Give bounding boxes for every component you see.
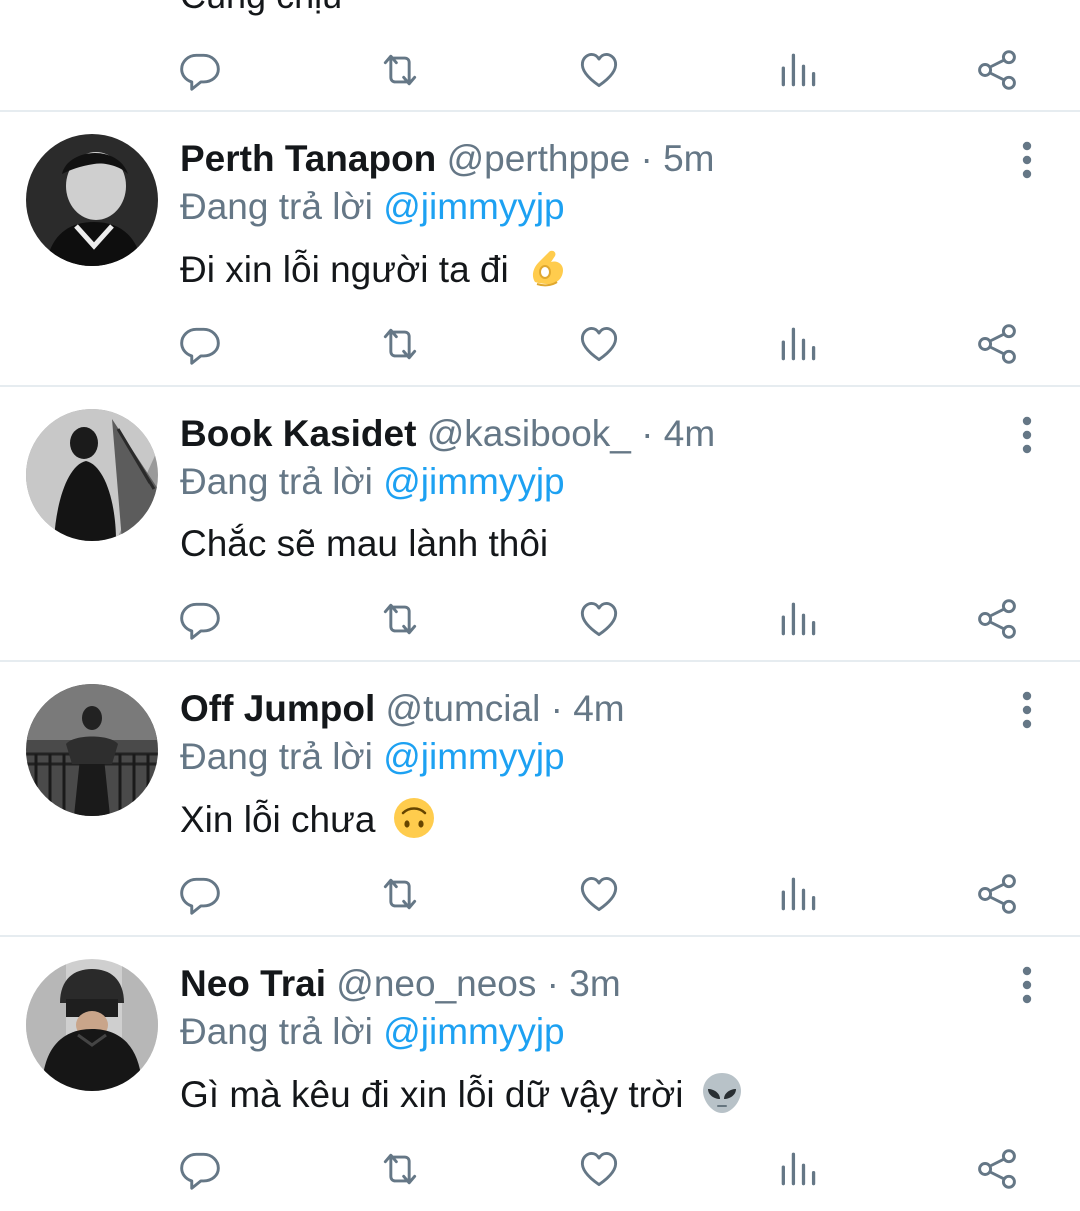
separator: ·: [640, 138, 653, 179]
more-options-icon[interactable]: [1012, 140, 1042, 180]
share-icon[interactable]: [973, 320, 1021, 368]
display-name[interactable]: Perth Tanapon: [180, 138, 436, 179]
retweet-icon[interactable]: [376, 1145, 424, 1193]
reply-prefix: Đang trả lời: [180, 736, 373, 777]
timestamp[interactable]: 4m: [573, 688, 624, 729]
alien-icon: [700, 1071, 744, 1126]
like-icon[interactable]: [575, 1145, 623, 1193]
analytics-icon[interactable]: [774, 46, 822, 94]
reply-context: Đang trả lời @jimmyyjp: [180, 459, 565, 505]
tweet-text: Gì mà kêu đi xin lỗi dữ vậy trời: [180, 1071, 744, 1126]
tweet[interactable]: Neo Trai @neo_neos · 3m Đang trả lời @ji…: [0, 937, 1080, 1211]
tweet[interactable]: Off Jumpol @tumcial · 4m Đang trả lời @j…: [0, 662, 1080, 936]
reply-icon[interactable]: [176, 1145, 224, 1193]
analytics-icon[interactable]: [774, 870, 822, 918]
reply-context: Đang trả lời @jimmyyjp: [180, 734, 565, 780]
reply-context: Đang trả lời @jimmyyjp: [180, 1009, 565, 1055]
tweet[interactable]: Perth Tanapon @perthppe · 5m Đang trả lờ…: [0, 112, 1080, 386]
retweet-icon[interactable]: [376, 46, 424, 94]
separator: ·: [550, 688, 563, 729]
reply-icon[interactable]: [176, 595, 224, 643]
tweet-body: Gì mà kêu đi xin lỗi dữ vậy trời: [180, 1074, 684, 1115]
partial-tweet[interactable]: Cũng chịu: [0, 0, 1080, 110]
like-icon[interactable]: [575, 870, 623, 918]
timestamp[interactable]: 4m: [664, 413, 715, 454]
user-handle[interactable]: @tumcial: [386, 688, 541, 729]
retweet-icon[interactable]: [376, 595, 424, 643]
tweet-body: Chắc sẽ mau lành thôi: [180, 523, 549, 564]
tweet-body: Xin lỗi chưa: [180, 799, 376, 840]
share-icon[interactable]: [973, 870, 1021, 918]
tweet-text: Chắc sẽ mau lành thôi: [180, 521, 548, 567]
avatar[interactable]: [26, 959, 158, 1091]
share-icon[interactable]: [973, 595, 1021, 643]
reply-handle[interactable]: @jimmyyjp: [383, 186, 564, 227]
partial-tweet-text: Cũng chịu: [180, 0, 342, 18]
user-handle[interactable]: @kasibook_: [427, 413, 631, 454]
like-icon[interactable]: [575, 320, 623, 368]
user-handle[interactable]: @perthppe: [447, 138, 631, 179]
analytics-icon[interactable]: [774, 595, 822, 643]
pinching-hand-icon: [525, 246, 569, 301]
avatar[interactable]: [26, 684, 158, 816]
reply-context: Đang trả lời @jimmyyjp: [180, 184, 565, 230]
tweet-header: Off Jumpol @tumcial · 4m: [180, 686, 625, 732]
retweet-icon[interactable]: [376, 870, 424, 918]
tweet-text: Đi xin lỗi người ta đi: [180, 246, 569, 301]
like-icon[interactable]: [575, 46, 623, 94]
display-name[interactable]: Book Kasidet: [180, 413, 416, 454]
upside-down-face-icon: [392, 796, 436, 851]
more-options-icon[interactable]: [1012, 415, 1042, 455]
tweet-text: Xin lỗi chưa: [180, 796, 436, 851]
tweet-header: Book Kasidet @kasibook_ · 4m: [180, 411, 715, 457]
reply-handle[interactable]: @jimmyyjp: [383, 1011, 564, 1052]
analytics-icon[interactable]: [774, 320, 822, 368]
reply-handle[interactable]: @jimmyyjp: [383, 736, 564, 777]
tweet-header: Perth Tanapon @perthppe · 5m: [180, 136, 715, 182]
reply-icon[interactable]: [176, 46, 224, 94]
share-icon[interactable]: [973, 1145, 1021, 1193]
more-options-icon[interactable]: [1012, 690, 1042, 730]
separator: ·: [641, 413, 654, 454]
share-icon[interactable]: [973, 46, 1021, 94]
reply-icon[interactable]: [176, 320, 224, 368]
avatar[interactable]: [26, 134, 158, 266]
avatar[interactable]: [26, 409, 158, 541]
tweet-body: Đi xin lỗi người ta đi: [180, 249, 509, 290]
reply-handle[interactable]: @jimmyyjp: [383, 461, 564, 502]
user-handle[interactable]: @neo_neos: [336, 963, 536, 1004]
analytics-icon[interactable]: [774, 1145, 822, 1193]
reply-icon[interactable]: [176, 870, 224, 918]
separator: ·: [546, 963, 559, 1004]
like-icon[interactable]: [575, 595, 623, 643]
timestamp[interactable]: 5m: [663, 138, 714, 179]
more-options-icon[interactable]: [1012, 965, 1042, 1005]
tweet[interactable]: Book Kasidet @kasibook_ · 4m Đang trả lờ…: [0, 387, 1080, 661]
timestamp[interactable]: 3m: [569, 963, 620, 1004]
display-name[interactable]: Off Jumpol: [180, 688, 375, 729]
tweet-header: Neo Trai @neo_neos · 3m: [180, 961, 621, 1007]
display-name[interactable]: Neo Trai: [180, 963, 326, 1004]
reply-prefix: Đang trả lời: [180, 461, 373, 502]
retweet-icon[interactable]: [376, 320, 424, 368]
reply-prefix: Đang trả lời: [180, 186, 373, 227]
reply-prefix: Đang trả lời: [180, 1011, 373, 1052]
